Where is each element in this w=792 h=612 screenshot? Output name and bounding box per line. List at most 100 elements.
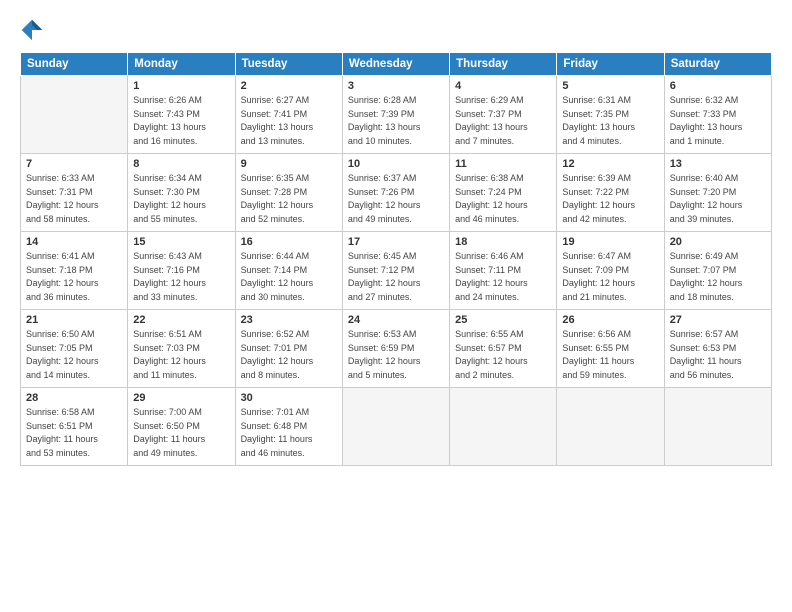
- calendar-col-header: Saturday: [664, 53, 771, 76]
- day-number: 22: [133, 314, 229, 326]
- calendar-cell: 20Sunrise: 6:49 AMSunset: 7:07 PMDayligh…: [664, 232, 771, 310]
- day-number: 20: [670, 236, 766, 248]
- day-info: Sunrise: 6:58 AMSunset: 6:51 PMDaylight:…: [26, 406, 122, 460]
- calendar-col-header: Sunday: [21, 53, 128, 76]
- logo-icon: [20, 18, 44, 42]
- calendar-col-header: Thursday: [450, 53, 557, 76]
- day-info: Sunrise: 6:35 AMSunset: 7:28 PMDaylight:…: [241, 172, 337, 226]
- day-info: Sunrise: 6:29 AMSunset: 7:37 PMDaylight:…: [455, 94, 551, 148]
- day-number: 19: [562, 236, 658, 248]
- day-info: Sunrise: 7:01 AMSunset: 6:48 PMDaylight:…: [241, 406, 337, 460]
- calendar-cell: 15 Sunrise: 6:43 AMSunset: 7:16 PMDayligh…: [128, 232, 235, 310]
- day-info: Sunrise: 6:28 AMSunset: 7:39 PMDaylight:…: [348, 94, 444, 148]
- calendar-cell: 28 Sunrise: 6:58 AMSunset: 6:51 PMDayligh…: [21, 388, 128, 466]
- calendar-cell: [664, 388, 771, 466]
- calendar-week-row: 21Sunrise: 6:50 AMSunset: 7:05 PMDayligh…: [21, 310, 772, 388]
- calendar-cell: 8 Sunrise: 6:34 AMSunset: 7:30 PMDaylight…: [128, 154, 235, 232]
- day-info: Sunrise: 6:34 AMSunset: 7:30 PMDaylight:…: [133, 172, 229, 226]
- calendar-col-header: Monday: [128, 53, 235, 76]
- day-info: Sunrise: 6:39 AMSunset: 7:22 PMDaylight:…: [562, 172, 658, 226]
- calendar-cell: 24 Sunrise: 6:53 AMSunset: 6:59 PMDayligh…: [342, 310, 449, 388]
- calendar-cell: 21Sunrise: 6:50 AMSunset: 7:05 PMDayligh…: [21, 310, 128, 388]
- day-info: Sunrise: 6:53 AMSunset: 6:59 PMDaylight:…: [348, 328, 444, 382]
- calendar-cell: 27 Sunrise: 6:57 AMSunset: 6:53 PMDayligh…: [664, 310, 771, 388]
- day-number: 11: [455, 158, 551, 170]
- day-info: Sunrise: 6:56 AMSunset: 6:55 PMDaylight:…: [562, 328, 658, 382]
- day-number: 23: [241, 314, 337, 326]
- day-number: 2: [241, 80, 337, 92]
- calendar-cell: 10 Sunrise: 6:37 AMSunset: 7:26 PMDayligh…: [342, 154, 449, 232]
- day-number: 30: [241, 392, 337, 404]
- day-info: Sunrise: 6:37 AMSunset: 7:26 PMDaylight:…: [348, 172, 444, 226]
- day-info: Sunrise: 6:51 AMSunset: 7:03 PMDaylight:…: [133, 328, 229, 382]
- calendar-cell: 4 Sunrise: 6:29 AMSunset: 7:37 PMDaylight…: [450, 76, 557, 154]
- calendar-cell: [342, 388, 449, 466]
- day-number: 29: [133, 392, 229, 404]
- day-info: Sunrise: 6:32 AMSunset: 7:33 PMDaylight:…: [670, 94, 766, 148]
- day-info: Sunrise: 6:45 AMSunset: 7:12 PMDaylight:…: [348, 250, 444, 304]
- day-info: Sunrise: 6:57 AMSunset: 6:53 PMDaylight:…: [670, 328, 766, 382]
- calendar-cell: 23 Sunrise: 6:52 AMSunset: 7:01 PMDayligh…: [235, 310, 342, 388]
- day-number: 15: [133, 236, 229, 248]
- calendar-week-row: 14 Sunrise: 6:41 AMSunset: 7:18 PMDayligh…: [21, 232, 772, 310]
- day-number: 24: [348, 314, 444, 326]
- calendar-cell: 2 Sunrise: 6:27 AMSunset: 7:41 PMDaylight…: [235, 76, 342, 154]
- day-info: Sunrise: 6:46 AMSunset: 7:11 PMDaylight:…: [455, 250, 551, 304]
- day-number: 28: [26, 392, 122, 404]
- day-number: 1: [133, 80, 229, 92]
- day-info: Sunrise: 7:00 AMSunset: 6:50 PMDaylight:…: [133, 406, 229, 460]
- day-number: 13: [670, 158, 766, 170]
- day-number: 9: [241, 158, 337, 170]
- day-number: 5: [562, 80, 658, 92]
- day-number: 17: [348, 236, 444, 248]
- day-info: Sunrise: 6:31 AMSunset: 7:35 PMDaylight:…: [562, 94, 658, 148]
- calendar-cell: 18 Sunrise: 6:46 AMSunset: 7:11 PMDayligh…: [450, 232, 557, 310]
- day-info: Sunrise: 6:33 AMSunset: 7:31 PMDaylight:…: [26, 172, 122, 226]
- day-number: 25: [455, 314, 551, 326]
- day-number: 6: [670, 80, 766, 92]
- day-info: Sunrise: 6:47 AMSunset: 7:09 PMDaylight:…: [562, 250, 658, 304]
- day-info: Sunrise: 6:41 AMSunset: 7:18 PMDaylight:…: [26, 250, 122, 304]
- calendar: SundayMondayTuesdayWednesdayThursdayFrid…: [20, 52, 772, 466]
- day-info: Sunrise: 6:44 AMSunset: 7:14 PMDaylight:…: [241, 250, 337, 304]
- day-number: 16: [241, 236, 337, 248]
- day-number: 4: [455, 80, 551, 92]
- calendar-header-row: SundayMondayTuesdayWednesdayThursdayFrid…: [21, 53, 772, 76]
- day-number: 26: [562, 314, 658, 326]
- calendar-cell: 6 Sunrise: 6:32 AMSunset: 7:33 PMDaylight…: [664, 76, 771, 154]
- day-number: 14: [26, 236, 122, 248]
- day-info: Sunrise: 6:52 AMSunset: 7:01 PMDaylight:…: [241, 328, 337, 382]
- calendar-cell: 13 Sunrise: 6:40 AMSunset: 7:20 PMDayligh…: [664, 154, 771, 232]
- day-number: 8: [133, 158, 229, 170]
- calendar-cell: 12 Sunrise: 6:39 AMSunset: 7:22 PMDayligh…: [557, 154, 664, 232]
- calendar-col-header: Friday: [557, 53, 664, 76]
- calendar-week-row: 28 Sunrise: 6:58 AMSunset: 6:51 PMDayligh…: [21, 388, 772, 466]
- calendar-cell: 17 Sunrise: 6:45 AMSunset: 7:12 PMDayligh…: [342, 232, 449, 310]
- day-number: 12: [562, 158, 658, 170]
- day-number: 7: [26, 158, 122, 170]
- day-info: Sunrise: 6:26 AMSunset: 7:43 PMDaylight:…: [133, 94, 229, 148]
- calendar-col-header: Wednesday: [342, 53, 449, 76]
- calendar-cell: 3 Sunrise: 6:28 AMSunset: 7:39 PMDaylight…: [342, 76, 449, 154]
- calendar-cell: 14 Sunrise: 6:41 AMSunset: 7:18 PMDayligh…: [21, 232, 128, 310]
- calendar-cell: 29 Sunrise: 7:00 AMSunset: 6:50 PMDayligh…: [128, 388, 235, 466]
- day-number: 10: [348, 158, 444, 170]
- calendar-cell: 22 Sunrise: 6:51 AMSunset: 7:03 PMDayligh…: [128, 310, 235, 388]
- day-number: 3: [348, 80, 444, 92]
- calendar-col-header: Tuesday: [235, 53, 342, 76]
- day-info: Sunrise: 6:27 AMSunset: 7:41 PMDaylight:…: [241, 94, 337, 148]
- calendar-cell: 26 Sunrise: 6:56 AMSunset: 6:55 PMDayligh…: [557, 310, 664, 388]
- calendar-week-row: 1 Sunrise: 6:26 AMSunset: 7:43 PMDaylight…: [21, 76, 772, 154]
- calendar-cell: [450, 388, 557, 466]
- calendar-cell: 5 Sunrise: 6:31 AMSunset: 7:35 PMDaylight…: [557, 76, 664, 154]
- day-number: 27: [670, 314, 766, 326]
- calendar-cell: 25Sunrise: 6:55 AMSunset: 6:57 PMDayligh…: [450, 310, 557, 388]
- day-info: Sunrise: 6:50 AMSunset: 7:05 PMDaylight:…: [26, 328, 122, 382]
- day-info: Sunrise: 6:43 AMSunset: 7:16 PMDaylight:…: [133, 250, 229, 304]
- calendar-cell: 30 Sunrise: 7:01 AMSunset: 6:48 PMDayligh…: [235, 388, 342, 466]
- logo: [20, 18, 48, 42]
- calendar-cell: [21, 76, 128, 154]
- calendar-cell: 16 Sunrise: 6:44 AMSunset: 7:14 PMDayligh…: [235, 232, 342, 310]
- day-info: Sunrise: 6:40 AMSunset: 7:20 PMDaylight:…: [670, 172, 766, 226]
- day-number: 18: [455, 236, 551, 248]
